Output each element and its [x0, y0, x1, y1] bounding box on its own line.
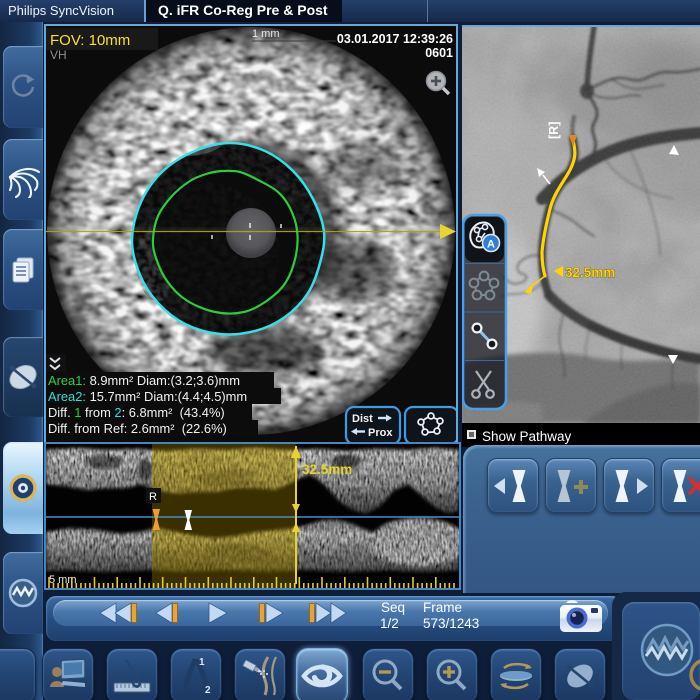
svg-text:Area2: 15.7mm² Diam:(4.4;4.5)m: Area2: 15.7mm² Diam:(4.4;4.5)mm — [48, 389, 247, 404]
svg-text:32.5mm: 32.5mm — [565, 265, 615, 280]
svg-text:Show Pathway: Show Pathway — [482, 429, 572, 444]
svg-text:VH: VH — [50, 48, 67, 62]
svg-text:[R]: [R] — [547, 122, 561, 139]
svg-text:A: A — [487, 239, 495, 251]
svg-text:Prox: Prox — [368, 427, 393, 439]
svg-text:FOV: 10mm: FOV: 10mm — [50, 32, 130, 49]
svg-text:1: 1 — [199, 657, 205, 668]
svg-text:2: 2 — [205, 685, 211, 696]
svg-text:32.5mm: 32.5mm — [302, 462, 352, 477]
svg-text:Diff. from Ref: 2.6mm² (22.6%: Diff. from Ref: 2.6mm² (22.6%) — [48, 421, 227, 436]
svg-text:0601: 0601 — [425, 46, 453, 60]
svg-text:1 mm: 1 mm — [252, 28, 280, 40]
svg-text:Diff. 1 from 2: 6.8mm² (43.4%: Diff. 1 from 2: 6.8mm² (43.4%) — [48, 405, 225, 420]
svg-text:Dist: Dist — [352, 413, 373, 425]
svg-text:R: R — [149, 491, 157, 503]
svg-text:03.01.2017 12:39:26: 03.01.2017 12:39:26 — [337, 32, 453, 46]
svg-text:Area1: 8.9mm² Diam:(3.2;3.6)mm: Area1: 8.9mm² Diam:(3.2;3.6)mm — [48, 373, 240, 388]
